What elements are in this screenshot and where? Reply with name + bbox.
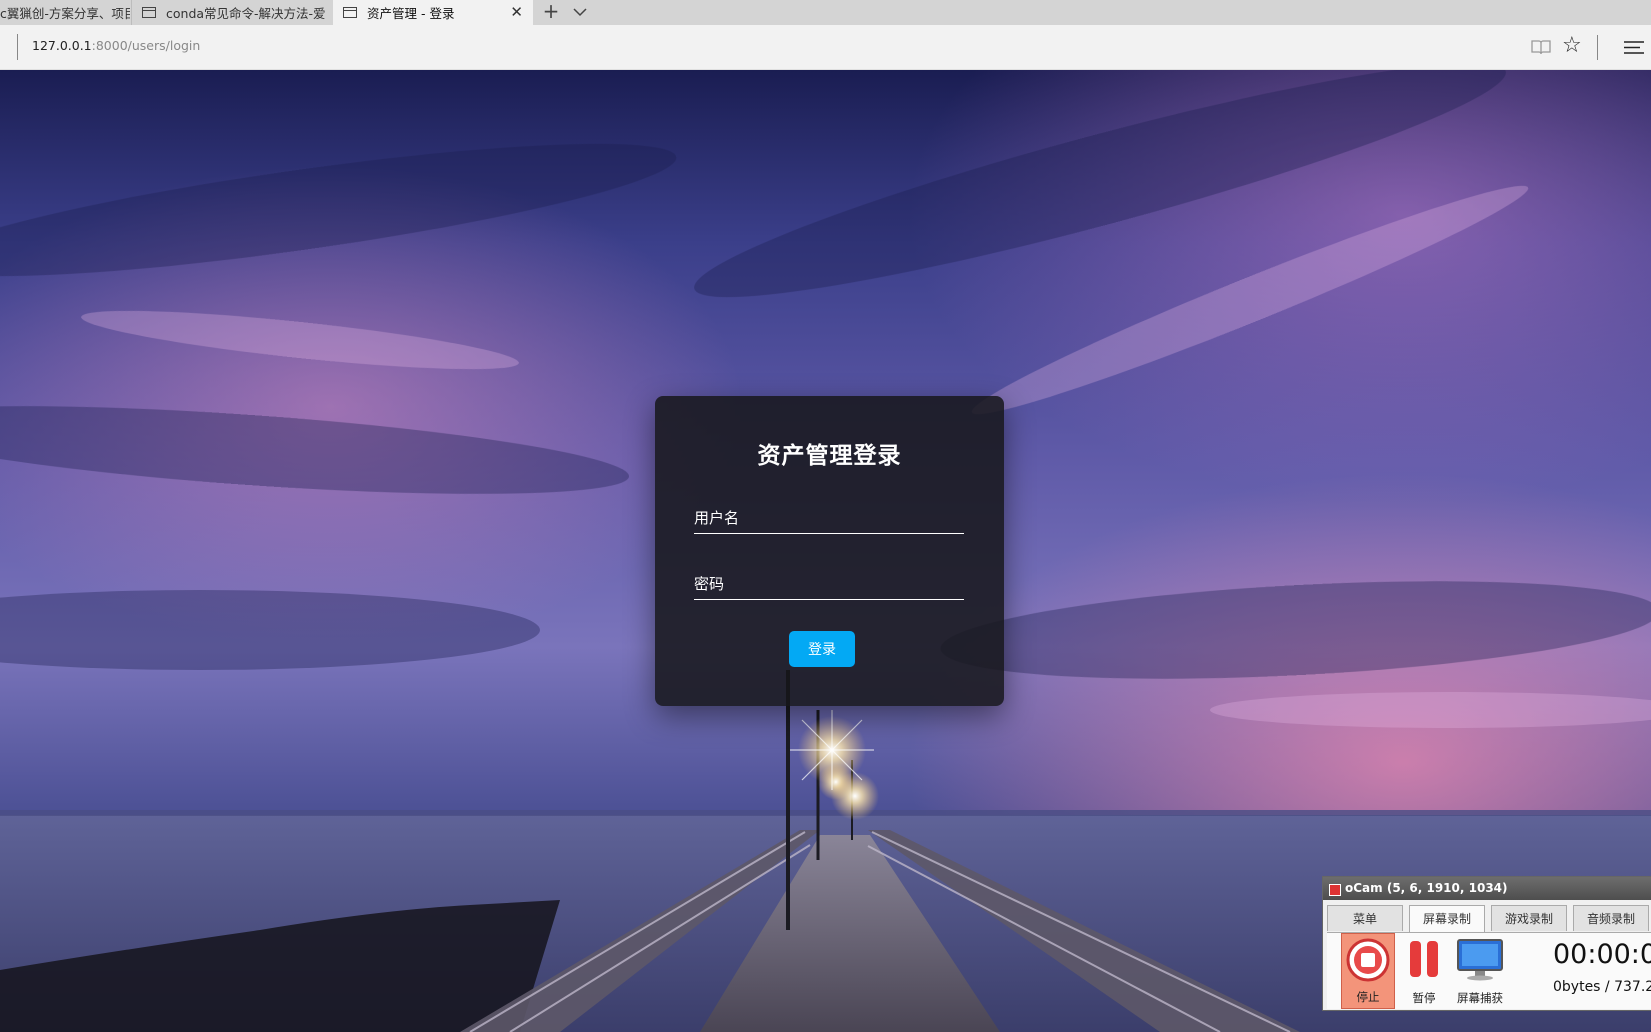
ocam-tab-menu[interactable]: 菜单 [1327,905,1403,931]
ocam-tab-audio-record[interactable]: 音频录制 [1573,905,1649,931]
close-icon[interactable]: ✕ [510,3,523,21]
password-input[interactable] [694,569,964,599]
url-field[interactable]: 127.0.0.1:8000/users/login [32,38,200,53]
ocam-app-icon [1329,884,1341,896]
browser-tab[interactable]: с翼猟创-方案分享、项目 [0,0,130,25]
reading-view-icon[interactable] [1531,39,1551,55]
login-button[interactable]: 登录 [789,631,855,667]
chevron-down-icon[interactable] [572,4,588,20]
url-path: :8000/users/login [91,38,201,53]
login-form: 资产管理登录 登录 [655,396,1004,706]
ocam-tab-screen-record[interactable]: 屏幕录制 [1409,905,1485,933]
pause-button[interactable]: 暂停 [1397,933,1451,1009]
ocam-titlebar[interactable]: oCam (5, 6, 1910, 1034) [1323,877,1651,900]
stop-label: 停止 [1356,990,1380,1004]
hub-menu-icon[interactable] [1624,40,1644,55]
username-field-wrapper [694,503,964,534]
screen-capture-label: 屏幕捕获 [1457,991,1503,1005]
stop-button[interactable]: 停止 [1341,933,1395,1009]
monitor-icon [1457,939,1503,981]
ocam-panel: 停止 暂停 屏幕捕获 00:00:00 0bytes / 737.2 [1327,932,1651,1009]
ocam-recorder-window: oCam (5, 6, 1910, 1034) 菜单 屏幕录制 游戏录制 音频录… [1322,876,1651,1011]
pause-icon [1410,941,1438,977]
browser-tab-strip: с翼猟创-方案分享、项目 conda常见命令-解决方法-爱 资产管理 - 登录 … [0,0,1651,25]
tab-title: 资产管理 - 登录 [367,6,455,21]
divider [17,34,18,60]
tab-title: conda常见命令-解决方法-爱 [166,6,326,21]
divider [1597,35,1598,60]
url-host: 127.0.0.1 [32,38,92,53]
browser-tab[interactable]: conda常见命令-解决方法-爱 [131,0,333,25]
username-input[interactable] [694,503,964,533]
page-icon [343,7,357,18]
stop-icon [1346,938,1390,982]
recording-timer: 00:00:00 [1553,939,1651,970]
page-icon [142,7,156,18]
favorite-star-icon[interactable]: ☆ [1562,34,1582,58]
browser-tab-active[interactable]: 资产管理 - 登录 ✕ [333,0,533,25]
screen-capture-button[interactable]: 屏幕捕获 [1451,933,1509,1009]
address-bar: 127.0.0.1:8000/users/login ☆ [0,25,1651,70]
plus-icon[interactable]: + [541,0,561,25]
password-field-wrapper [694,569,964,600]
ocam-tab-game-record[interactable]: 游戏录制 [1491,905,1567,931]
tab-title: с翼猟创-方案分享、项目 [0,6,130,21]
pause-label: 暂停 [1412,991,1436,1005]
login-title: 资产管理登录 [757,443,902,469]
ocam-title: oCam (5, 6, 1910, 1034) [1345,881,1508,895]
recording-size: 0bytes / 737.2 [1553,979,1651,995]
